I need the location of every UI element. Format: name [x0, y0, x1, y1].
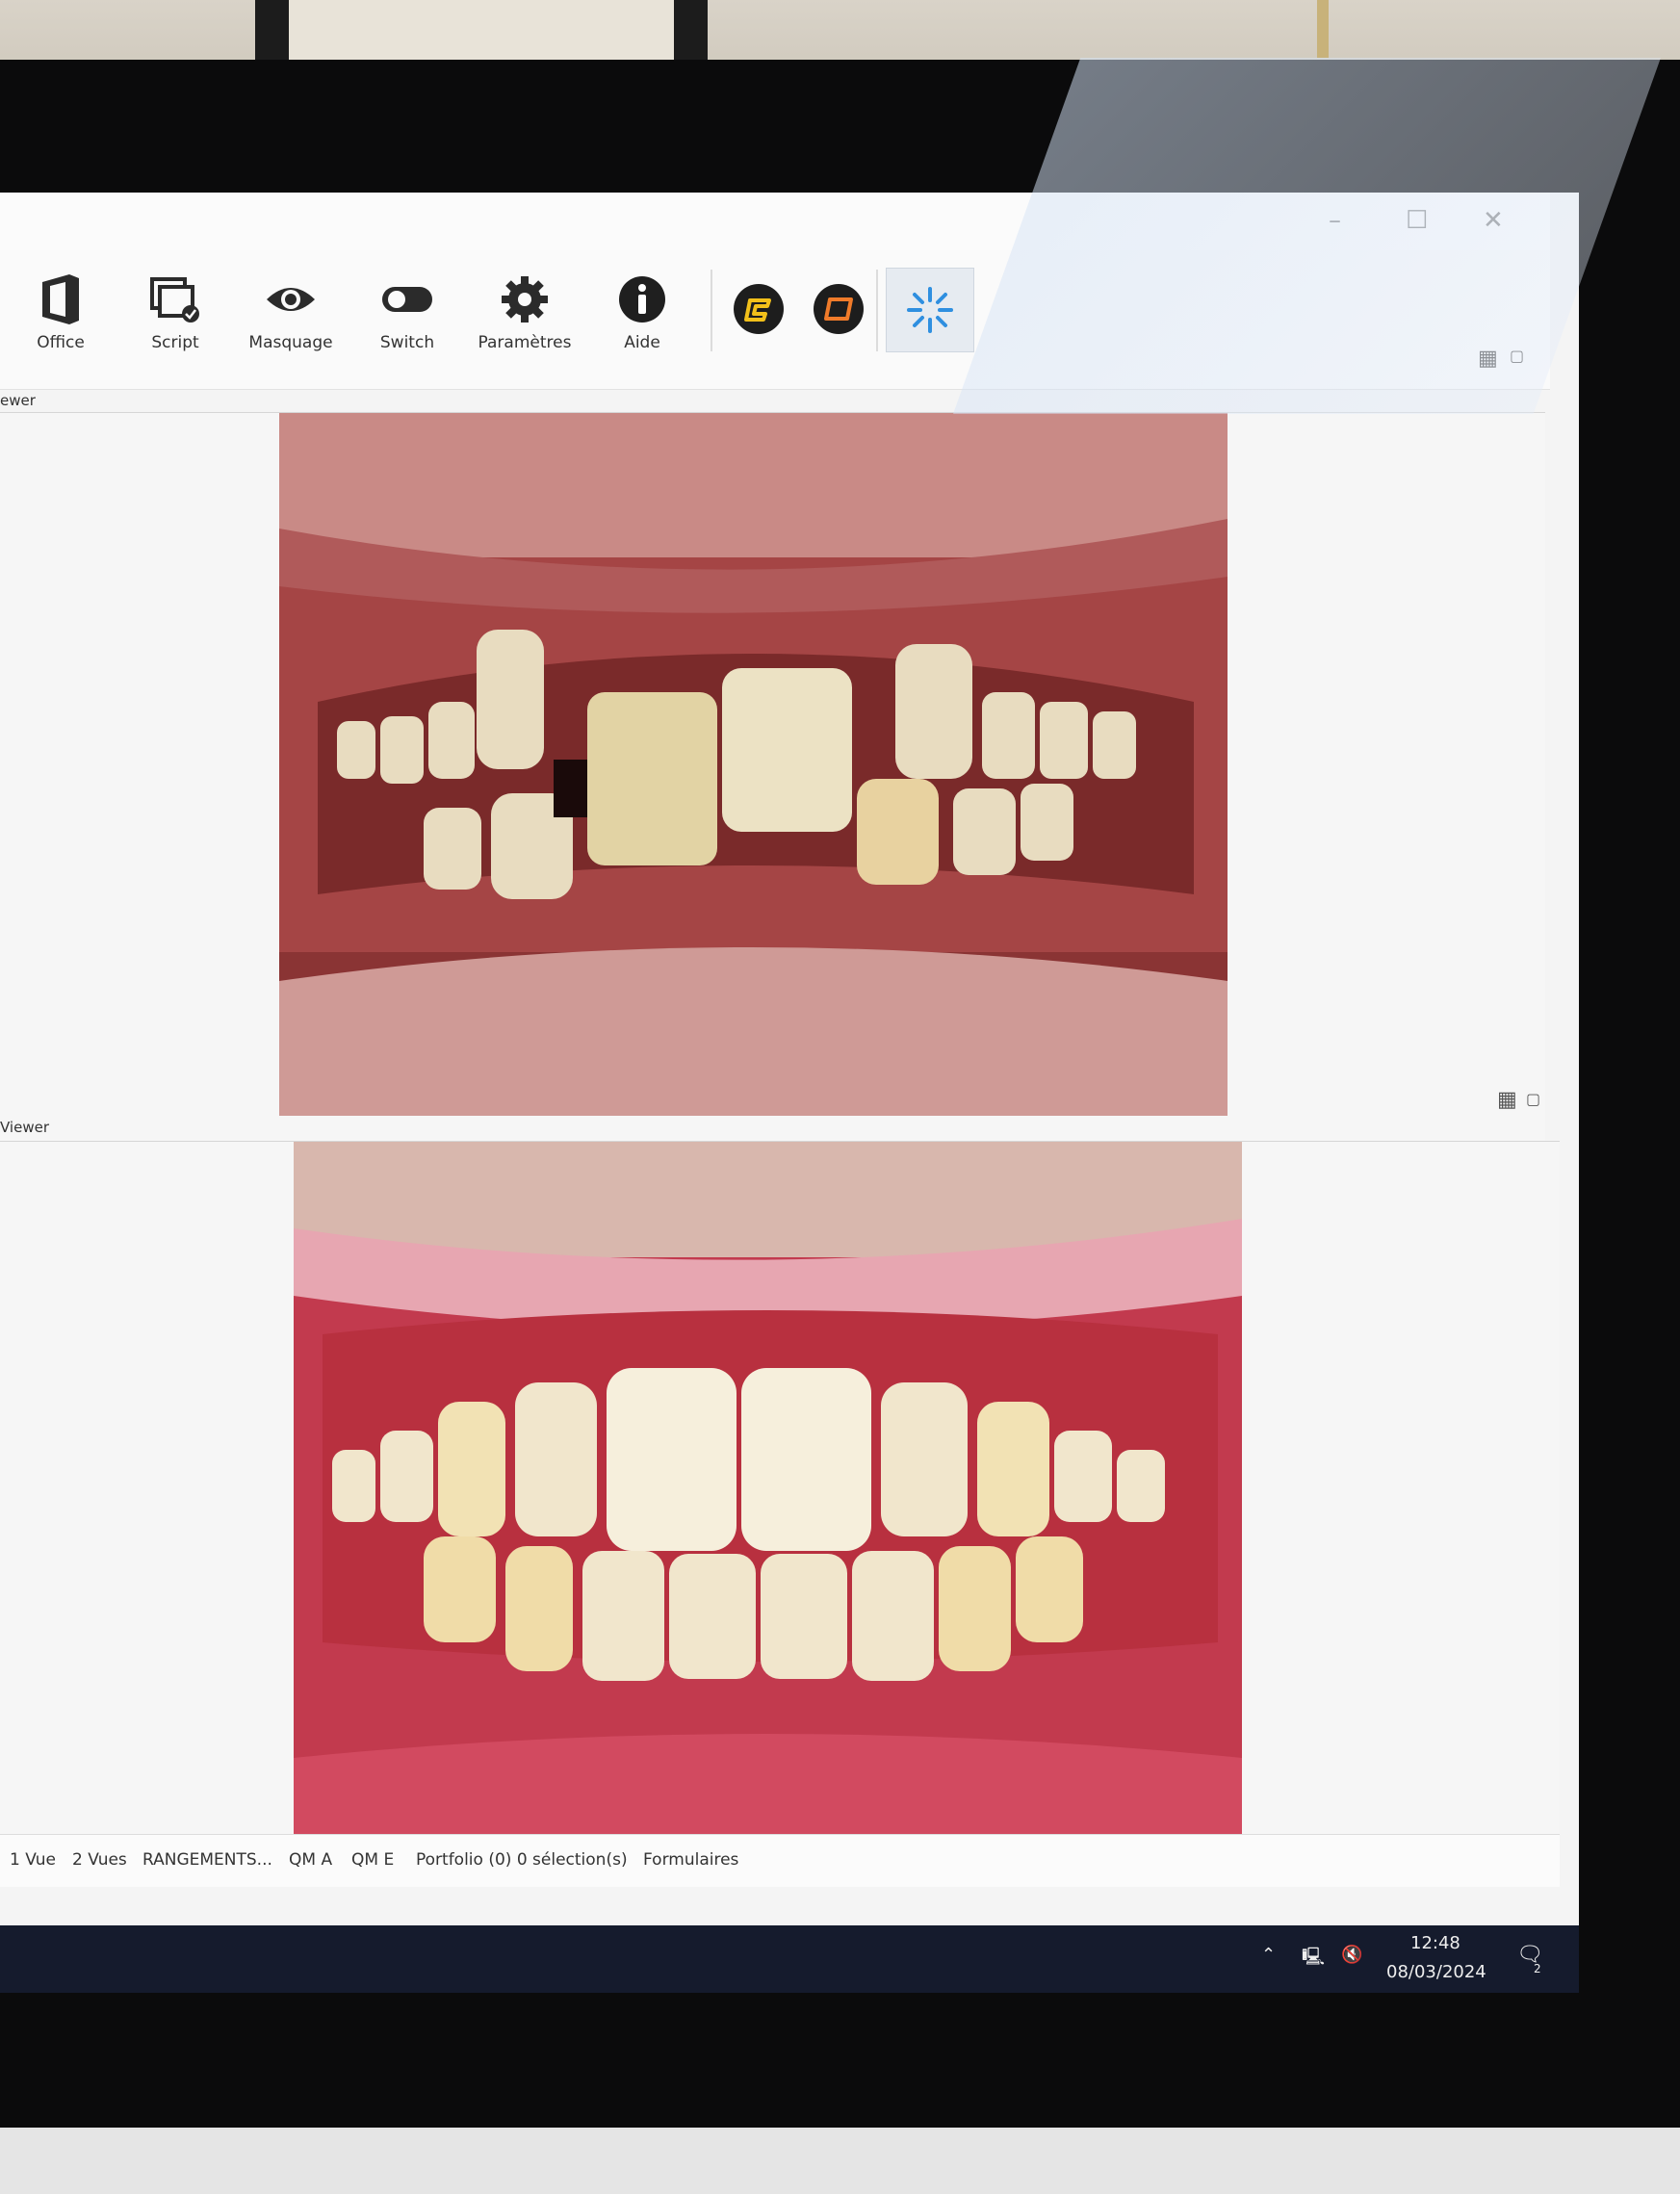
network-icon[interactable]: 🖳	[1302, 1945, 1325, 1974]
wall-frame-edge	[1317, 0, 1329, 58]
two-views-tab[interactable]: 2 Vues	[72, 1850, 127, 1870]
parametres-label: Paramètres	[478, 333, 572, 352]
yellow-app-button[interactable]	[734, 284, 784, 334]
chevron-up-icon[interactable]: ⌃	[1261, 1945, 1276, 1965]
office-button[interactable]: Office	[8, 270, 114, 352]
orange-app-button[interactable]	[814, 284, 864, 334]
switch-button[interactable]: Switch	[354, 270, 460, 352]
viewer-2-label: Viewer	[0, 1119, 49, 1136]
script-icon	[122, 270, 228, 329]
office-label: Office	[37, 333, 85, 352]
single-view-icon-2[interactable]: ▢	[1526, 1090, 1540, 1108]
clock-time[interactable]: 12:48	[1410, 1933, 1460, 1953]
masquage-button[interactable]: Masquage	[238, 270, 344, 352]
orange-app-icon	[824, 297, 853, 321]
viewer-1-label: ewer	[0, 392, 36, 409]
spark-button[interactable]	[886, 268, 974, 352]
one-view-tab[interactable]: 1 Vue	[10, 1850, 56, 1870]
qm-e-tab[interactable]: QM E	[351, 1850, 394, 1870]
grid-view-icon-2[interactable]: ▦	[1497, 1088, 1517, 1112]
toggle-icon	[354, 270, 460, 329]
status-bar: 1 Vue 2 Vues RANGEMENTS... QM A QM E Por…	[0, 1834, 1560, 1887]
clock-date[interactable]: 08/03/2024	[1386, 1962, 1486, 1982]
toolbar-separator-2	[876, 270, 878, 351]
aide-label: Aide	[624, 333, 660, 352]
masquage-label: Masquage	[248, 333, 333, 352]
before-treatment-photo[interactable]	[279, 413, 1228, 1116]
gear-icon	[472, 270, 578, 329]
script-button[interactable]: Script	[122, 270, 228, 352]
office-icon	[8, 270, 114, 329]
notification-count: 2	[1534, 1962, 1541, 1975]
viewer-2	[0, 1141, 1560, 1835]
spark-icon	[907, 287, 953, 333]
info-icon	[589, 270, 695, 329]
aide-button[interactable]: Aide	[589, 270, 695, 352]
eye-icon	[238, 270, 344, 329]
toolbar-separator	[711, 270, 712, 351]
script-label: Script	[151, 333, 199, 352]
after-treatment-photo[interactable]	[294, 1142, 1242, 1835]
screen: – ☐ ✕ Office Script Masquage	[0, 193, 1579, 1993]
volume-muted-icon[interactable]: 🔇	[1341, 1945, 1362, 1965]
rangements-tab[interactable]: RANGEMENTS...	[142, 1850, 272, 1870]
parametres-button[interactable]: Paramètres	[472, 270, 578, 352]
switch-label: Switch	[379, 333, 435, 352]
qm-a-tab[interactable]: QM A	[289, 1850, 332, 1870]
formulaires-tab[interactable]: Formulaires	[643, 1850, 738, 1870]
yellow-app-icon	[744, 298, 771, 322]
monitor-stand-surface	[0, 2128, 1680, 2194]
portfolio-tab[interactable]: Portfolio (0) 0 sélection(s)	[416, 1850, 628, 1870]
taskbar: ⌃ 🖳 🔇 12:48 08/03/2024 🗨 2	[0, 1925, 1579, 1993]
